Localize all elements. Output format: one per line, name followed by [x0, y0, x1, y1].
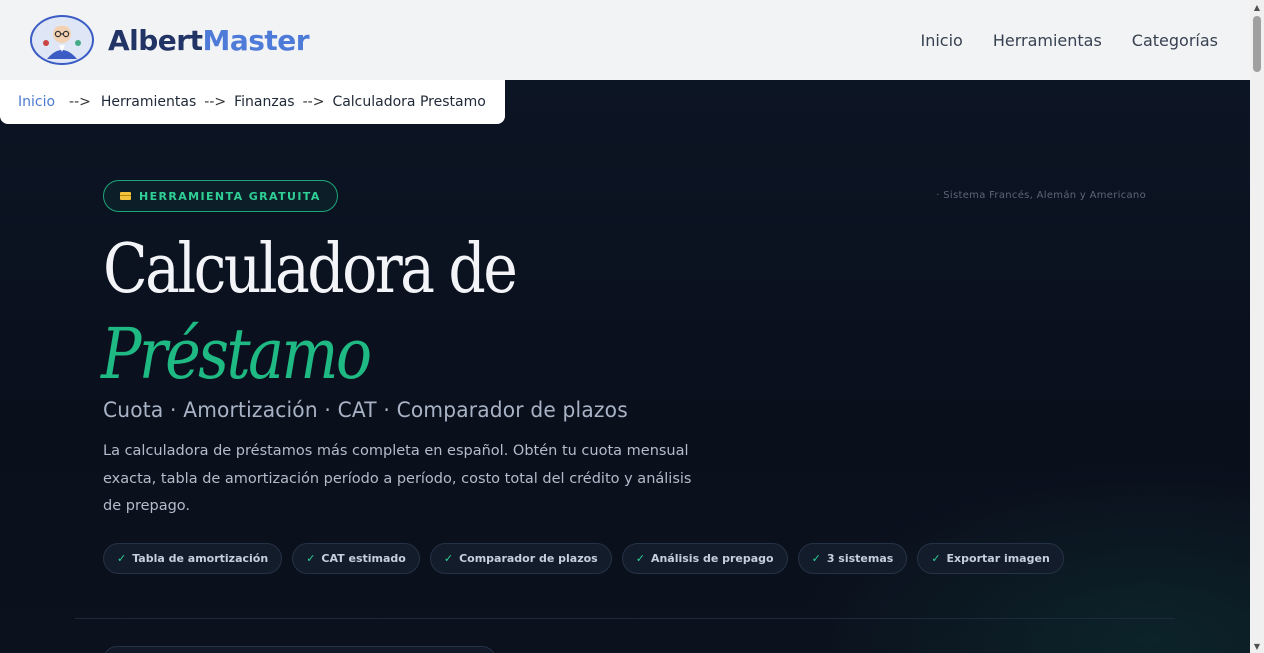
page-subtitle: Cuota · Amortización · CAT · Comparador …: [103, 398, 628, 422]
page-scrollbar[interactable]: ▲ ▼: [1250, 0, 1264, 653]
main-nav: Inicio Herramientas Categorías: [920, 31, 1218, 50]
site-header: AlbertMaster Inicio Herramientas Categor…: [0, 0, 1250, 80]
breadcrumb-finanzas: Finanzas: [234, 94, 295, 110]
scroll-up-arrow-icon[interactable]: ▲: [1250, 0, 1264, 14]
brand[interactable]: AlbertMaster: [30, 15, 310, 65]
breadcrumb-current: Calculadora Prestamo: [332, 94, 486, 110]
credit-card-icon: [120, 192, 131, 200]
nav-herramientas[interactable]: Herramientas: [993, 31, 1102, 50]
feature-chip: ✓ Análisis de prepago: [621, 543, 788, 574]
amortization-systems-note: · Sistema Francés, Alemán y Americano: [936, 190, 1146, 201]
feature-chips: ✓ Tabla de amortización ✓ CAT estimado ✓…: [103, 543, 1064, 574]
badge-label: HERRAMIENTA GRATUITA: [139, 189, 321, 203]
feature-chip: ✓ Tabla de amortización: [103, 543, 283, 574]
page-title-line2: Préstamo: [101, 313, 372, 395]
check-icon: ✓: [306, 552, 316, 565]
feature-chip-label: Comparador de plazos: [459, 552, 598, 565]
page: AlbertMaster Inicio Herramientas Categor…: [0, 0, 1264, 653]
breadcrumb-separator: -->: [302, 94, 325, 110]
breadcrumb-separator: -->: [204, 94, 227, 110]
hero-section: HERRAMIENTA GRATUITA · Sistema Francés, …: [0, 80, 1250, 653]
feature-chip: ✓ Comparador de plazos: [429, 543, 612, 574]
breadcrumb-herramientas: Herramientas: [100, 94, 197, 110]
scrollbar-thumb[interactable]: [1253, 16, 1261, 72]
check-icon: ✓: [931, 552, 941, 565]
feature-chip-label: CAT estimado: [321, 552, 406, 565]
nav-inicio[interactable]: Inicio: [920, 31, 962, 50]
feature-chip: ✓ CAT estimado: [292, 543, 420, 574]
check-icon: ✓: [443, 552, 454, 565]
page-title-line1: Calculadora de: [103, 230, 518, 309]
feature-chip-label: 3 sistemas: [826, 552, 894, 565]
breadcrumb-separator: -->: [69, 94, 91, 110]
brand-name: AlbertMaster: [108, 23, 310, 57]
feature-chip: ✓ 3 sistemas: [797, 543, 908, 574]
free-tool-badge: HERRAMIENTA GRATUITA: [103, 180, 338, 212]
check-icon: ✓: [635, 552, 645, 565]
feature-chip: ✓ Exportar imagen: [917, 543, 1064, 574]
feature-chip-label: Análisis de prepago: [650, 552, 774, 565]
section-divider: [75, 618, 1175, 619]
brand-name-part1: Albert: [108, 23, 203, 57]
check-icon: ✓: [811, 552, 821, 565]
calculator-card-top: [103, 646, 496, 653]
page-description: La calculadora de préstamos más completa…: [103, 443, 692, 514]
brand-name-part2: Master: [202, 23, 310, 57]
check-icon: ✓: [117, 552, 127, 565]
feature-chip-label: Tabla de amortización: [132, 552, 269, 565]
scroll-down-arrow-icon[interactable]: ▼: [1250, 639, 1264, 653]
albert-master-logo-icon: [30, 15, 94, 65]
breadcrumb-inicio[interactable]: Inicio: [18, 94, 55, 110]
breadcrumb: Inicio --> Herramientas --> Finanzas -->…: [0, 80, 505, 124]
nav-categorias[interactable]: Categorías: [1132, 31, 1218, 50]
feature-chip-label: Exportar imagen: [946, 552, 1050, 565]
